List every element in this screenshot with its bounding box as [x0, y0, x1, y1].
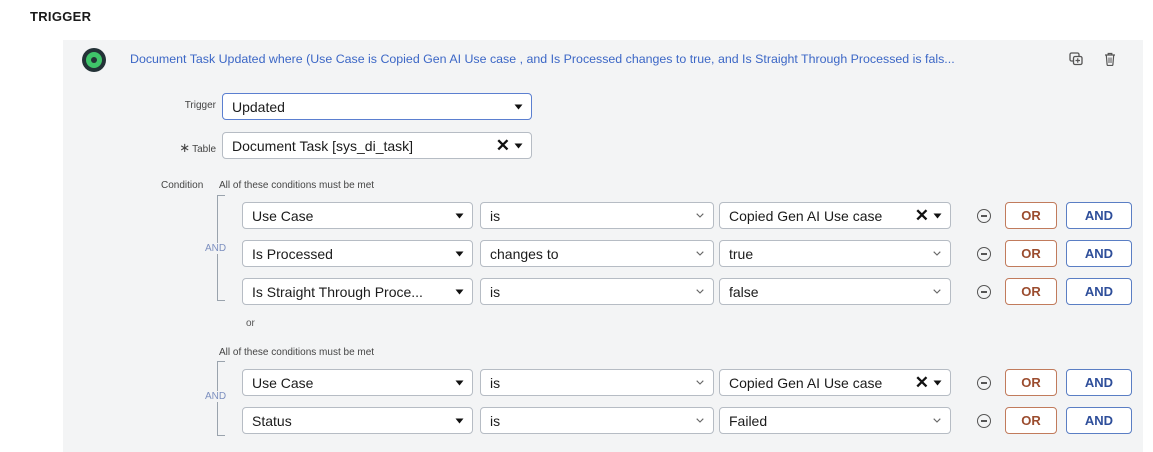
trigger-value: Updated: [232, 98, 285, 115]
chevron-down-icon: [932, 287, 942, 297]
chevron-down-icon: [932, 249, 942, 259]
caret-down-icon: [932, 378, 942, 388]
and-button[interactable]: AND: [1066, 369, 1132, 396]
remove-condition-icon[interactable]: [977, 285, 991, 299]
field-value: Is Straight Through Proce...: [252, 283, 423, 300]
and-button[interactable]: AND: [1066, 278, 1132, 305]
or-button[interactable]: OR: [1005, 369, 1057, 396]
field-value: Use Case: [252, 374, 314, 391]
condition-operator-select[interactable]: changes to: [480, 240, 714, 267]
chevron-down-icon: [932, 416, 942, 426]
operator-value: is: [490, 412, 501, 429]
trigger-label: Trigger: [184, 100, 216, 111]
caret-down-icon: [454, 211, 464, 221]
value-value: Failed: [729, 412, 768, 429]
and-button[interactable]: AND: [1066, 240, 1132, 267]
condition-field-select[interactable]: Use Case: [242, 369, 473, 396]
operator-value: changes to: [490, 245, 559, 262]
or-button[interactable]: OR: [1005, 202, 1057, 229]
chevron-down-icon: [695, 211, 705, 221]
operator-value: is: [490, 207, 501, 224]
group-join-label: AND: [204, 243, 228, 254]
chevron-down-icon: [695, 249, 705, 259]
value-value: false: [729, 283, 759, 300]
group-join-label: AND: [204, 391, 228, 402]
and-button[interactable]: AND: [1066, 407, 1132, 434]
operator-value: is: [490, 374, 501, 391]
condition-field-select[interactable]: Is Straight Through Proce...: [242, 278, 473, 305]
group-title: All of these conditions must be met: [219, 347, 375, 358]
caret-down-icon: [932, 211, 942, 221]
remove-condition-icon[interactable]: [977, 209, 991, 223]
caret-down-icon: [513, 141, 523, 151]
condition-value-select[interactable]: Copied Gen AI Use case ✕: [719, 369, 951, 396]
condition-field-select[interactable]: Status: [242, 407, 473, 434]
value-value: true: [729, 245, 754, 262]
caret-down-icon: [454, 249, 464, 259]
trash-icon[interactable]: [1100, 49, 1120, 69]
duplicate-icon[interactable]: [1066, 49, 1086, 69]
chevron-down-icon: [695, 416, 705, 426]
group-title: All of these conditions must be met: [219, 180, 375, 191]
and-button[interactable]: AND: [1066, 202, 1132, 229]
remove-condition-icon[interactable]: [977, 247, 991, 261]
caret-down-icon: [454, 378, 464, 388]
condition-operator-select[interactable]: is: [480, 278, 714, 305]
operator-value: is: [490, 283, 501, 300]
group-separator: or: [246, 318, 255, 329]
condition-label: Condition: [161, 180, 204, 191]
caret-down-icon: [454, 287, 464, 297]
condition-value-select[interactable]: Copied Gen AI Use case ✕: [719, 202, 951, 229]
condition-value-select[interactable]: Failed: [719, 407, 951, 434]
condition-value-select[interactable]: false: [719, 278, 951, 305]
or-button[interactable]: OR: [1005, 278, 1057, 305]
section-title: TRIGGER: [30, 9, 92, 24]
condition-field-select[interactable]: Use Case: [242, 202, 473, 229]
caret-down-icon: [454, 416, 464, 426]
field-value: Use Case: [252, 207, 314, 224]
or-button[interactable]: OR: [1005, 240, 1057, 267]
value-value: Copied Gen AI Use case: [729, 207, 883, 224]
chevron-down-icon: [695, 378, 705, 388]
condition-value-select[interactable]: true: [719, 240, 951, 267]
clear-icon[interactable]: ✕: [915, 207, 929, 224]
condition-operator-select[interactable]: is: [480, 407, 714, 434]
table-value: Document Task [sys_di_task]: [232, 137, 414, 154]
remove-condition-icon[interactable]: [977, 414, 991, 428]
field-value: Is Processed: [252, 245, 333, 262]
trigger-select[interactable]: Updated: [222, 93, 532, 120]
field-value: Status: [252, 412, 292, 429]
clear-icon[interactable]: ✕: [915, 374, 929, 391]
clear-icon[interactable]: ✕: [496, 137, 510, 154]
condition-operator-select[interactable]: is: [480, 202, 714, 229]
chevron-down-icon: [695, 287, 705, 297]
caret-down-icon: [513, 102, 523, 112]
condition-operator-select[interactable]: is: [480, 369, 714, 396]
value-value: Copied Gen AI Use case: [729, 374, 883, 391]
condition-field-select[interactable]: Is Processed: [242, 240, 473, 267]
status-dot-icon: [82, 48, 106, 72]
remove-condition-icon[interactable]: [977, 376, 991, 390]
table-select[interactable]: Document Task [sys_di_task] ✕: [222, 132, 532, 159]
trigger-summary-link[interactable]: Document Task Updated where (Use Case is…: [130, 52, 1058, 66]
table-label: ∗ Table: [150, 140, 216, 156]
table-label-text: Table: [192, 144, 216, 155]
required-mark: ∗: [179, 140, 191, 155]
or-button[interactable]: OR: [1005, 407, 1057, 434]
